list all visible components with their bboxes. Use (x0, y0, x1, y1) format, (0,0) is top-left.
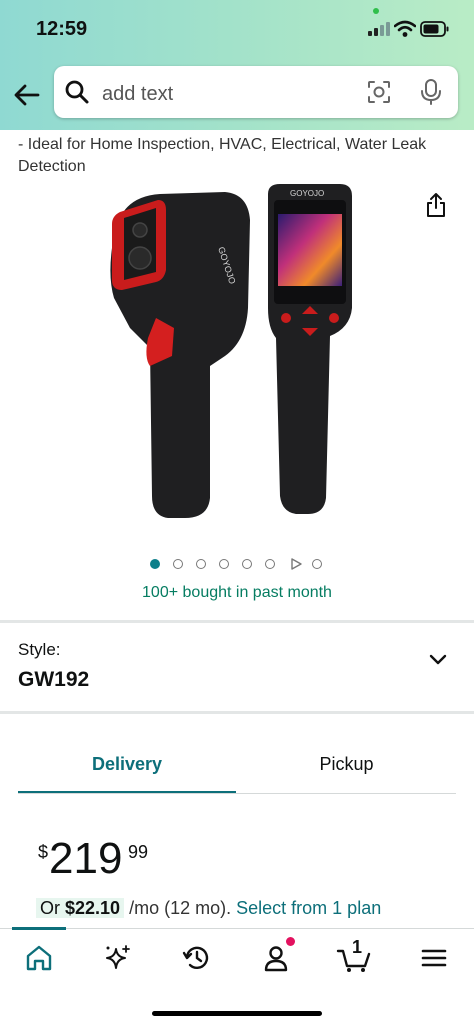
camera-search-icon[interactable] (366, 79, 392, 105)
section-divider (0, 620, 474, 623)
wifi-icon (394, 20, 416, 37)
thermal-camera-front-view: GOYOJO (268, 184, 352, 514)
carousel-dot[interactable] (150, 559, 160, 569)
price-currency-symbol: $ (38, 842, 49, 862)
cellular-signal-icon (368, 22, 390, 36)
status-time: 12:59 (36, 18, 88, 40)
monthly-prefix: Or (40, 898, 60, 918)
style-label: Style: (18, 640, 61, 659)
carousel-dot[interactable] (219, 559, 229, 569)
back-arrow-icon[interactable] (12, 80, 42, 110)
carousel-dot[interactable] (265, 559, 275, 569)
select-plan-link[interactable]: Select from 1 plan (236, 898, 381, 918)
carousel-dot[interactable] (173, 559, 183, 569)
active-tab-indicator (12, 927, 66, 930)
sparkle-icon[interactable] (102, 943, 132, 973)
monthly-term: /mo (12 mo). (129, 898, 232, 918)
tab-divider (18, 793, 456, 794)
cart-count: 1 (352, 937, 363, 957)
search-input[interactable] (100, 80, 344, 108)
product-image[interactable]: GOYOJO GOYOJO (100, 178, 380, 538)
style-value: GW192 (18, 668, 90, 691)
device-brand-label-front: GOYOJO (290, 189, 324, 198)
battery-icon (420, 21, 449, 37)
carousel-dot[interactable] (312, 559, 322, 569)
product-description: - Ideal for Home Inspection, HVAC, Elect… (18, 136, 427, 175)
tab-delivery[interactable]: Delivery (18, 740, 236, 794)
search-bar[interactable] (54, 66, 458, 118)
carousel-dot[interactable] (242, 559, 252, 569)
account-icon[interactable] (261, 943, 291, 973)
home-indicator (152, 1011, 322, 1016)
monthly-payment-badge: Or $22.10 (36, 898, 125, 918)
tab-pickup[interactable]: Pickup (237, 740, 456, 794)
menu-icon[interactable] (420, 943, 448, 973)
monthly-payment: Or $22.10 /mo (12 mo). Select from 1 pla… (36, 898, 381, 919)
price-whole: 219 (49, 834, 123, 883)
image-carousel-dots[interactable] (150, 558, 330, 572)
bottom-nav: 1 (0, 927, 474, 1027)
privacy-indicator-dot (373, 8, 379, 14)
microphone-icon[interactable] (418, 78, 444, 106)
chevron-down-icon[interactable] (428, 652, 448, 668)
home-icon[interactable] (24, 943, 54, 973)
carousel-dot[interactable] (196, 559, 206, 569)
share-icon[interactable] (424, 192, 448, 218)
thermal-camera-side-view: GOYOJO (110, 192, 251, 518)
search-icon (65, 80, 89, 104)
header: 12:59 (0, 0, 474, 130)
price-fraction: 99 (128, 842, 149, 862)
video-play-icon[interactable] (290, 558, 302, 570)
section-divider (0, 711, 474, 714)
monthly-amount: $22.10 (65, 898, 121, 918)
bought-in-past-month: 100+ bought in past month (142, 584, 332, 601)
notification-dot (286, 937, 295, 946)
history-icon[interactable] (182, 943, 212, 973)
